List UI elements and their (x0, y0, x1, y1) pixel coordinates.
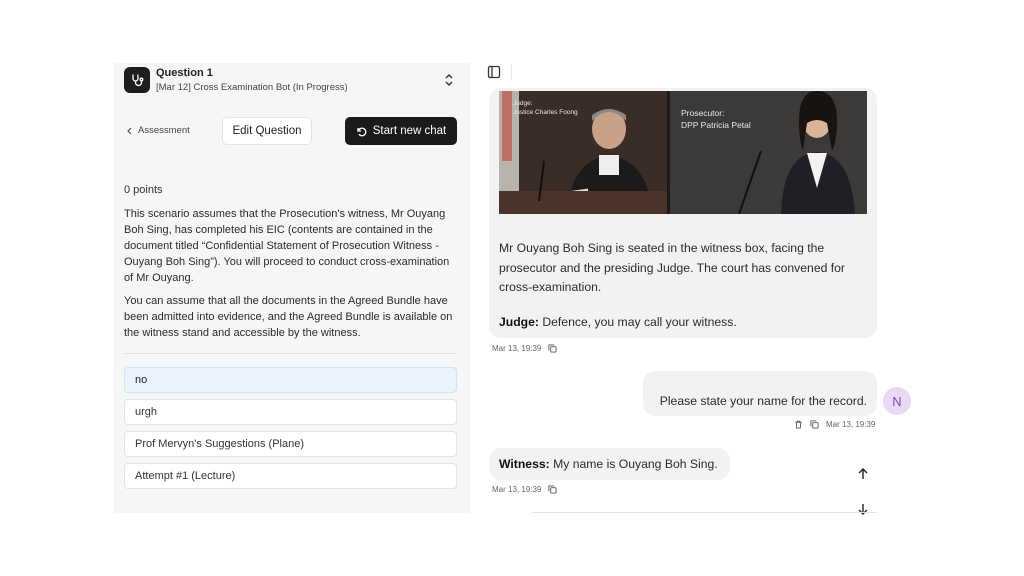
user-message: Please state your name for the record. (643, 371, 877, 416)
judge-line: Judge: Defence, you may call your witnes… (499, 313, 871, 333)
attempt-item[interactable]: no (124, 367, 457, 393)
edit-question-button[interactable]: Edit Question (222, 117, 312, 145)
speaker-label: Judge: (499, 314, 539, 329)
user-message-meta: Mar 13, 19:39 (794, 420, 875, 429)
toolbar-divider (511, 64, 512, 80)
back-to-assessment-link[interactable]: Assessment (126, 125, 190, 136)
judge-role: Judge: (513, 100, 533, 107)
avatar: N (883, 387, 911, 415)
scenario-paragraph: This scenario assumes that the Prosecuti… (124, 208, 450, 284)
attempt-item[interactable]: Attempt #1 (Lecture) (124, 463, 457, 489)
witness-message-meta: Mar 13, 19:39 (492, 485, 557, 494)
prosecutor-role: Prosecutor: (681, 108, 725, 118)
attempt-item[interactable]: Prof Mervyn's Suggestions (Plane) (124, 431, 457, 457)
prosecutor-name: DPP Patricia Petal (681, 120, 751, 130)
message-timestamp: Mar 13, 19:39 (492, 485, 542, 494)
back-link-label: Assessment (138, 125, 190, 136)
scenario-paragraph: You can assume that all the documents in… (124, 295, 453, 339)
witness-speech: My name is Ouyang Boh Sing. (549, 457, 718, 471)
scenario-description: This scenario assumes that the Prosecuti… (124, 206, 454, 348)
rotate-ccw-icon (357, 127, 367, 136)
stethoscope-icon (124, 67, 150, 93)
arrow-up-icon[interactable] (856, 467, 870, 481)
bot-message-meta: Mar 13, 19:39 (492, 344, 557, 353)
copy-icon[interactable] (548, 485, 557, 494)
chevron-left-icon (127, 127, 132, 134)
chat-input-divider (532, 512, 877, 513)
speaker-label: Witness: (499, 457, 550, 471)
points-label: 0 points (124, 184, 163, 196)
arrow-down-icon[interactable] (856, 502, 870, 516)
bot-message-text: Mr Ouyang Boh Sing is seated in the witn… (499, 239, 871, 332)
question-subtitle: [Mar 12] Cross Examination Bot (In Progr… (156, 82, 348, 93)
judge-speech: Defence, you may call your witness. (538, 314, 737, 329)
courtroom-image: Judge: Justice Charles Foong Prosecutor:… (499, 91, 867, 214)
start-new-chat-button[interactable]: Start new chat (345, 117, 457, 145)
bot-message: Judge: Justice Charles Foong Prosecutor:… (489, 88, 877, 338)
question-title: Question 1 (156, 67, 213, 79)
message-timestamp: Mar 13, 19:39 (826, 420, 876, 429)
divider (124, 353, 457, 354)
message-timestamp: Mar 13, 19:39 (492, 344, 542, 353)
prosecutor-caption: Prosecutor: DPP Patricia Petal (681, 107, 751, 131)
chevron-updown-icon[interactable] (442, 71, 456, 89)
question-panel: Question 1 [Mar 12] Cross Examination Bo… (114, 63, 470, 513)
sidebar-toggle-icon[interactable] (487, 65, 501, 79)
trash-icon[interactable] (794, 420, 803, 429)
copy-icon[interactable] (548, 344, 557, 353)
bot-message-witness: Witness: My name is Ouyang Boh Sing. (489, 448, 730, 480)
attempt-list: no urgh Prof Mervyn's Suggestions (Plane… (124, 367, 457, 495)
scene-description: Mr Ouyang Boh Sing is seated in the witn… (499, 241, 845, 294)
attempt-item[interactable]: urgh (124, 399, 457, 425)
start-new-chat-label: Start new chat (372, 125, 447, 137)
judge-name: Justice Charles Foong (513, 109, 578, 116)
question-selector[interactable]: Question 1 [Mar 12] Cross Examination Bo… (124, 65, 460, 95)
copy-icon[interactable] (810, 420, 819, 429)
judge-caption: Judge: Justice Charles Foong (513, 99, 578, 117)
